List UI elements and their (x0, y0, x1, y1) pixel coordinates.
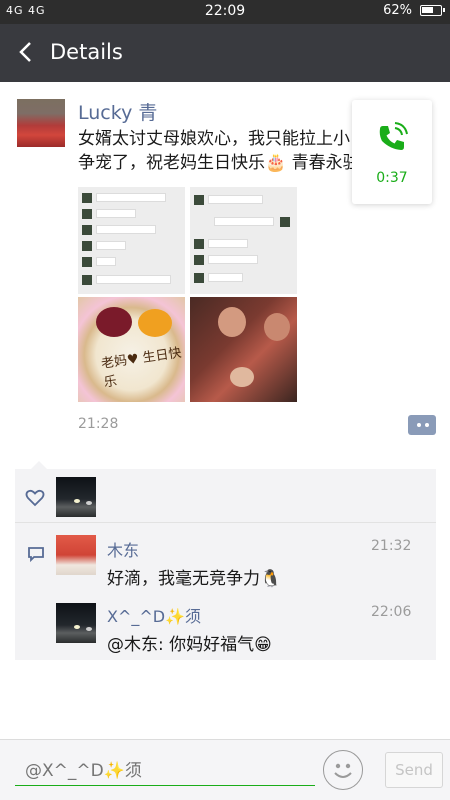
heart-icon (25, 489, 45, 507)
comment-input[interactable] (15, 756, 315, 786)
comment-author[interactable]: 木东 (107, 537, 139, 561)
battery-icon (420, 5, 445, 16)
call-widget[interactable]: 0:37 (352, 100, 432, 204)
post-image-1[interactable] (78, 187, 185, 294)
comment-time: 22:06 (371, 604, 412, 620)
cake-lettering: 老妈♥ 生日快乐 (100, 345, 183, 391)
smiley-icon (334, 763, 352, 778)
comment-dots-icon[interactable] (408, 415, 436, 435)
chevron-left-icon (19, 42, 31, 62)
post-text: 女婿太讨丈母娘欢心，我只能拉上小 争宠了，祝老妈生日快乐🎂 青春永驻 (78, 129, 360, 173)
nav-bar: Details (0, 24, 450, 82)
post-time: 21:28 (78, 416, 119, 432)
commenter-avatar[interactable] (56, 535, 96, 575)
comment-input-bar: Send (0, 739, 450, 800)
liker-avatar[interactable] (56, 477, 96, 517)
call-duration: 0:37 (376, 170, 408, 186)
post-image-3[interactable]: 老妈♥ 生日快乐 (78, 297, 185, 402)
phone-icon (379, 122, 408, 150)
send-button[interactable]: Send (385, 752, 443, 788)
emoji-button[interactable] (323, 750, 363, 790)
likes-comments-panel: 木东 21:32 好滴，我毫无竞争力🐧 X^_^D✨须 22:06 @木东: 你… (15, 461, 436, 660)
comment-author[interactable]: X^_^D✨须 (107, 603, 201, 627)
status-bar: 4G 4G 22:09 62% (0, 0, 450, 24)
author-name[interactable]: Lucky 青 (78, 98, 157, 125)
post-image-4[interactable] (190, 297, 297, 402)
author-avatar[interactable] (17, 99, 65, 147)
speech-bubble-icon (28, 547, 44, 563)
back-button[interactable] (10, 36, 42, 68)
page-title: Details (50, 40, 123, 64)
post-image-2[interactable] (190, 187, 297, 294)
likes-row (15, 469, 436, 523)
comment-text[interactable]: @木东: 你妈好福气😁 (107, 630, 272, 655)
battery-percent: 62% (383, 3, 412, 18)
comment-time: 21:32 (371, 538, 412, 554)
status-right-group: 62% (383, 3, 445, 18)
comment-text[interactable]: 好滴，我毫无竞争力🐧 (107, 564, 281, 589)
commenter-avatar[interactable] (56, 603, 96, 643)
